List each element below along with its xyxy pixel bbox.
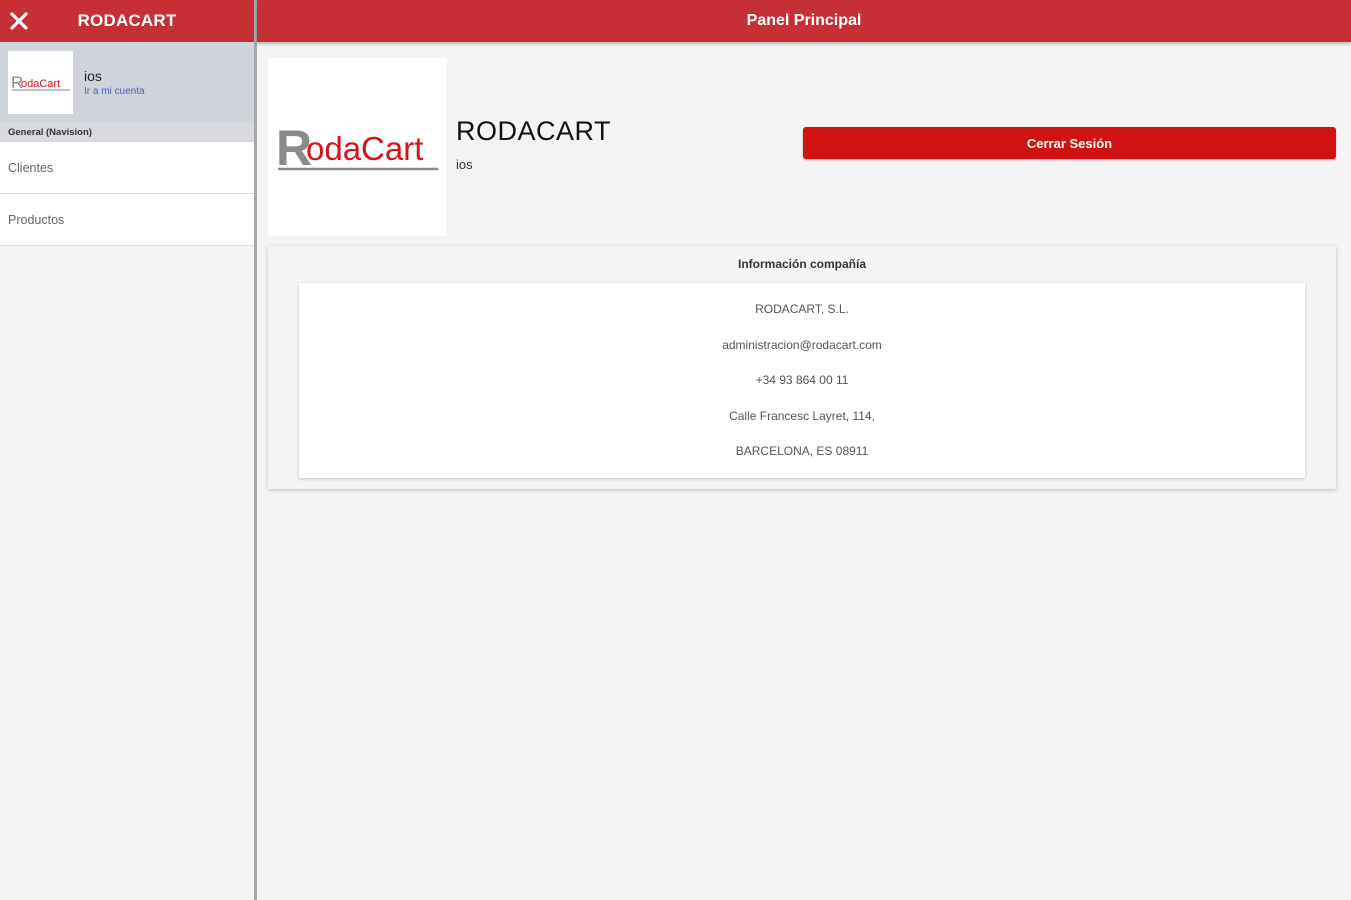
company-info-card: Información compañía RODACART, S.L. admi… xyxy=(268,246,1336,489)
rodacart-logo: R odaCart xyxy=(276,120,438,176)
account-name: ios xyxy=(84,67,102,84)
company-city: BARCELONA, ES 08911 xyxy=(735,444,869,458)
sidebar-item-clientes[interactable]: Clientes xyxy=(0,142,254,194)
section-header: General (Navision) xyxy=(0,122,254,142)
profile-section: R odaCart RODACART ios Cerrar Sesión xyxy=(268,58,1336,236)
company-info-details: RODACART, S.L. administracion@rodacart.c… xyxy=(299,283,1305,478)
main-panel: Panel Principal R odaCart RODACART ios C… xyxy=(257,0,1351,900)
account-logo: R odaCart xyxy=(8,50,73,114)
sidebar-header: RODACART xyxy=(0,0,254,42)
company-phone: +34 93 864 00 11 xyxy=(755,373,849,387)
nav-list: Clientes Productos xyxy=(0,142,254,246)
rodacart-logo-small: R odaCart xyxy=(11,73,70,92)
account-link[interactable]: Ir a mi cuenta xyxy=(84,86,145,97)
sidebar-item-productos[interactable]: Productos xyxy=(0,194,254,246)
company-legal-name: RODACART, S.L. xyxy=(755,302,849,316)
company-name: RODACART xyxy=(456,116,612,146)
company-logo: R odaCart xyxy=(268,58,446,236)
logo-wordmark: odaCart xyxy=(21,78,60,90)
sidebar: RODACART R odaCart ios Ir a mi cuenta Ge… xyxy=(0,0,254,900)
user-name: ios xyxy=(456,157,473,172)
page-title: Panel Principal xyxy=(746,12,862,29)
sidebar-title: RODACART xyxy=(77,11,177,30)
logo-wordmark: odaCart xyxy=(306,130,423,167)
logout-button[interactable]: Cerrar Sesión xyxy=(803,127,1336,159)
company-address: Calle Francesc Layret, 114, xyxy=(729,409,875,423)
topbar: Panel Principal xyxy=(257,0,1351,42)
company-email: administracion@rodacart.com xyxy=(722,338,882,352)
account-text: ios Ir a mi cuenta xyxy=(84,68,145,97)
company-info-title: Información compañía xyxy=(737,257,867,271)
account-panel[interactable]: R odaCart ios Ir a mi cuenta xyxy=(0,42,254,122)
